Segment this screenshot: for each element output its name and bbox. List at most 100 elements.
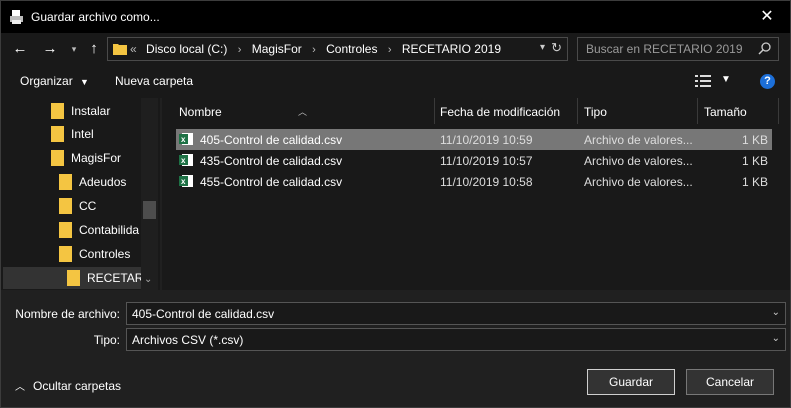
tree-item-label: Contabilida bbox=[79, 223, 140, 237]
chevron-down-icon[interactable]: ⌄ bbox=[772, 333, 780, 344]
tree-item-label: Instalar bbox=[71, 104, 111, 118]
filename-value: 405-Control de calidad.csv bbox=[132, 307, 275, 321]
chevron-down-icon[interactable]: ⌄ bbox=[772, 307, 780, 318]
refresh-icon[interactable]: ↻ bbox=[551, 40, 562, 56]
close-icon[interactable]: ✕ bbox=[744, 1, 790, 33]
cancel-button[interactable]: Cancelar bbox=[686, 369, 774, 395]
file-row[interactable]: x 405-Control de calidad.csv 11/10/2019 … bbox=[176, 129, 772, 150]
tree-item-label: MagisFor bbox=[71, 151, 122, 165]
hide-folders-label: Ocultar carpetas bbox=[33, 379, 122, 393]
address-bar[interactable]: « Disco local (C:) › MagisFor › Controle… bbox=[107, 37, 568, 61]
view-dropdown-icon[interactable]: ▼ bbox=[721, 74, 731, 85]
breadcrumb-item-controles[interactable]: Controles bbox=[326, 42, 377, 56]
tree-item-label: RECETARIO bbox=[87, 271, 141, 285]
scroll-down-icon[interactable]: ⌄ bbox=[144, 274, 152, 285]
tree-item-label: CC bbox=[79, 199, 97, 213]
breadcrumb-overflow-icon[interactable]: « bbox=[130, 42, 137, 56]
organize-label: Organizar bbox=[20, 74, 73, 88]
folder-icon bbox=[51, 150, 65, 169]
forward-arrow-icon[interactable]: → bbox=[40, 39, 60, 59]
address-dropdown-icon[interactable]: ▾ bbox=[540, 42, 545, 53]
column-header-name-label: Nombre bbox=[179, 105, 222, 119]
filetype-value: Archivos CSV (*.csv) bbox=[132, 333, 244, 347]
tree-scrollbar[interactable]: ⌄ bbox=[141, 98, 158, 290]
file-size: 1 KB bbox=[741, 175, 768, 189]
search-input[interactable]: Buscar en RECETARIO 2019 bbox=[586, 42, 743, 56]
file-size: 1 KB bbox=[741, 154, 768, 168]
new-folder-button[interactable]: Nueva carpeta bbox=[115, 74, 193, 88]
command-toolbar: Organizar ▼ Nueva carpeta ▼ ? bbox=[1, 65, 790, 98]
view-options-icon[interactable] bbox=[695, 75, 711, 90]
svg-text:x: x bbox=[181, 135, 186, 144]
svg-text:x: x bbox=[181, 156, 186, 165]
folder-icon bbox=[59, 174, 73, 193]
column-header-size-label: Tamaño bbox=[704, 105, 747, 119]
save-button[interactable]: Guardar bbox=[587, 369, 675, 395]
breadcrumb-item-magisfor[interactable]: MagisFor bbox=[252, 42, 302, 56]
folder-icon bbox=[59, 198, 73, 217]
save-form: Nombre de archivo: 405-Control de calida… bbox=[1, 290, 790, 407]
excel-csv-icon: x bbox=[179, 153, 193, 170]
tree-item-label: Adeudos bbox=[79, 175, 127, 189]
up-arrow-icon[interactable]: ↑ bbox=[84, 39, 104, 59]
filetype-label: Tipo: bbox=[93, 333, 120, 347]
column-header-type-label: Tipo bbox=[584, 105, 607, 119]
app-icon bbox=[9, 9, 25, 25]
search-icon[interactable] bbox=[758, 41, 772, 58]
chevron-right-icon[interactable]: › bbox=[388, 44, 392, 56]
breadcrumb-item-recetario[interactable]: RECETARIO 2019 bbox=[402, 42, 501, 56]
help-icon[interactable]: ? bbox=[760, 74, 775, 89]
navigation-pane: Instalar Intel MagisFor Adeudos CC Conta… bbox=[1, 98, 160, 290]
file-name: 435-Control de calidad.csv bbox=[200, 154, 343, 168]
file-modified: 11/10/2019 10:58 bbox=[440, 175, 533, 189]
tree-item-recetario[interactable]: RECETARIO bbox=[3, 267, 141, 289]
scrollbar-thumb[interactable] bbox=[143, 201, 156, 219]
tree-item-contabilidad[interactable]: Contabilida bbox=[57, 219, 141, 241]
window-title: Guardar archivo como... bbox=[31, 10, 160, 24]
chevron-down-icon: ▼ bbox=[80, 77, 89, 87]
tree-item-label: Controles bbox=[79, 247, 131, 261]
search-box[interactable]: Buscar en RECETARIO 2019 bbox=[577, 37, 779, 61]
chevron-up-icon: ︿ bbox=[15, 382, 25, 393]
folder-icon bbox=[67, 270, 81, 289]
column-header-modified-label: Fecha de modificación bbox=[440, 105, 561, 119]
tree-item-label: Intel bbox=[71, 127, 94, 141]
breadcrumb: « Disco local (C:) › MagisFor › Controle… bbox=[130, 42, 501, 56]
hide-folders-toggle[interactable]: ︿ Ocultar carpetas bbox=[15, 378, 121, 393]
column-divider[interactable] bbox=[778, 98, 779, 124]
file-modified: 11/10/2019 10:57 bbox=[440, 154, 533, 168]
folder-icon bbox=[59, 246, 73, 265]
organize-button[interactable]: Organizar ▼ bbox=[20, 74, 89, 88]
column-header-modified[interactable]: Fecha de modificación bbox=[435, 98, 577, 124]
sort-ascending-icon: ︿ bbox=[298, 107, 308, 117]
folder-icon bbox=[51, 126, 65, 145]
breadcrumb-item-local-disk[interactable]: Disco local (C:) bbox=[146, 42, 227, 56]
column-header-name[interactable]: Nombre ︿ bbox=[162, 98, 434, 124]
file-size: 1 KB bbox=[741, 133, 768, 147]
file-row[interactable]: x 435-Control de calidad.csv 11/10/2019 … bbox=[176, 150, 772, 171]
filename-label: Nombre de archivo: bbox=[15, 307, 120, 321]
chevron-right-icon[interactable]: › bbox=[238, 44, 242, 56]
column-header-type[interactable]: Tipo bbox=[578, 98, 697, 124]
folder-icon bbox=[113, 42, 127, 58]
save-file-dialog: Guardar archivo como... ✕ ← → ▾ ↑ « Disc… bbox=[0, 0, 791, 408]
svg-text:x: x bbox=[181, 177, 186, 186]
chevron-right-icon[interactable]: › bbox=[312, 44, 316, 56]
excel-csv-icon: x bbox=[179, 132, 193, 149]
navigation-bar: ← → ▾ ↑ « Disco local (C:) › MagisFor › … bbox=[1, 33, 790, 65]
file-list: Nombre ︿ Fecha de modificación Tipo Tama… bbox=[162, 98, 790, 290]
excel-csv-icon: x bbox=[179, 174, 193, 191]
recent-locations-chevron-icon[interactable]: ▾ bbox=[64, 39, 84, 59]
file-type: Archivo de valores... bbox=[584, 175, 693, 189]
file-row[interactable]: x 455-Control de calidad.csv 11/10/2019 … bbox=[176, 171, 772, 192]
folder-icon bbox=[59, 222, 73, 241]
folder-icon bbox=[51, 103, 65, 122]
filetype-select[interactable]: Archivos CSV (*.csv) ⌄ bbox=[126, 328, 786, 351]
file-modified: 11/10/2019 10:59 bbox=[440, 133, 533, 147]
back-arrow-icon[interactable]: ← bbox=[10, 39, 30, 59]
column-header-size[interactable]: Tamaño bbox=[698, 98, 778, 124]
file-name: 405-Control de calidad.csv bbox=[200, 133, 343, 147]
file-type: Archivo de valores... bbox=[584, 154, 693, 168]
title-bar: Guardar archivo como... ✕ bbox=[1, 1, 790, 33]
filename-input[interactable]: 405-Control de calidad.csv ⌄ bbox=[126, 302, 786, 325]
